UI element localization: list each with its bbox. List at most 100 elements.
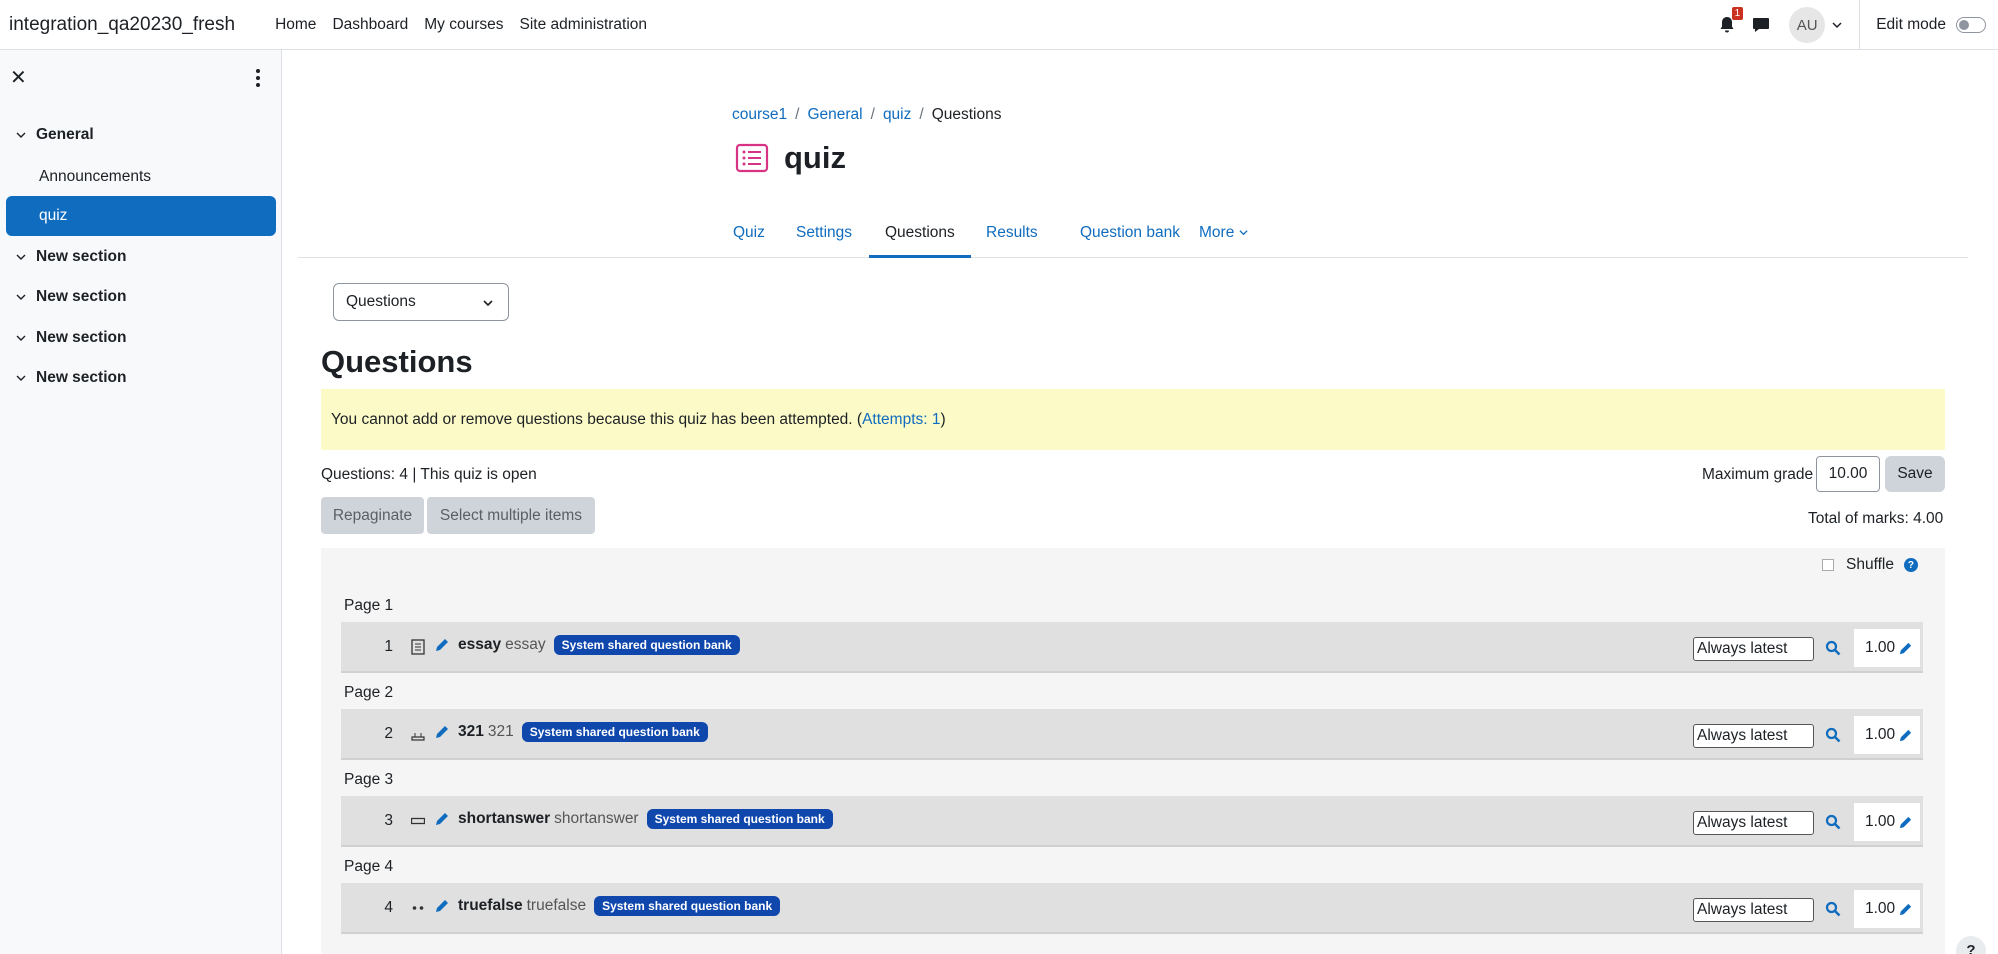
section-title: New section <box>36 329 127 346</box>
more-options-icon[interactable] <box>252 68 264 88</box>
section-general[interactable]: General <box>16 126 94 144</box>
messages-icon[interactable] <box>1751 15 1771 35</box>
question-mark: 1.00 <box>1854 803 1920 841</box>
search-icon[interactable] <box>1825 640 1841 656</box>
page-label: Page 4 <box>344 858 394 875</box>
quiz-icon <box>735 143 769 173</box>
tab-results[interactable]: Results <box>970 208 1054 258</box>
pencil-icon[interactable] <box>434 898 450 914</box>
top-navbar: integration_qa20230_fresh Home Dashboard… <box>0 0 1998 50</box>
question-name[interactable]: essay essay System shared question bank <box>458 635 740 655</box>
tab-questions[interactable]: Questions <box>869 208 971 258</box>
chevron-down-icon[interactable] <box>1831 19 1843 31</box>
drawer-item-announcements[interactable]: Announcements <box>39 168 151 186</box>
question-name[interactable]: 321 321 System shared question bank <box>458 722 708 742</box>
chevron-down-icon <box>16 335 26 341</box>
max-grade-input[interactable]: 10.00 <box>1816 456 1880 492</box>
page-label: Page 3 <box>344 771 394 788</box>
question-row: 3 shortanswer shortanswer System shared qu… <box>341 796 1923 847</box>
question-number: 1 <box>384 638 393 655</box>
help-button[interactable]: ? <box>1956 936 1986 954</box>
attempts-link[interactable]: Attempts: 1 <box>862 411 940 428</box>
edit-mode-toggle[interactable] <box>1956 17 1986 33</box>
pencil-icon[interactable] <box>434 811 450 827</box>
pencil-icon[interactable] <box>434 637 450 653</box>
question-mark: 1.00 <box>1854 716 1920 754</box>
chevron-down-icon <box>16 375 26 381</box>
section-new-2[interactable]: New section <box>16 288 126 306</box>
truefalse-icon <box>412 906 424 910</box>
close-icon[interactable]: ✕ <box>10 68 27 88</box>
chevron-down-icon <box>16 294 26 300</box>
pencil-icon[interactable] <box>1898 728 1913 743</box>
course-index-drawer: ✕ General Announcements quiz New section… <box>0 50 282 954</box>
question-bank-badge: System shared question bank <box>521 722 708 742</box>
max-grade-label: Maximum grade <box>1702 466 1814 483</box>
user-controls: 1 AU Edit mode <box>1717 0 1998 50</box>
chevron-down-icon <box>16 254 26 260</box>
question-row: 4 truefalse truefalse System shared questi… <box>341 883 1923 934</box>
question-number: 3 <box>384 812 393 829</box>
version-select[interactable]: Always latest <box>1693 724 1814 748</box>
version-select[interactable]: Always latest <box>1693 811 1814 835</box>
question-name[interactable]: shortanswer shortanswer System shared ques… <box>458 809 833 829</box>
shuffle-checkbox[interactable] <box>1822 559 1834 571</box>
section-new-3[interactable]: New section <box>16 329 126 347</box>
search-icon[interactable] <box>1825 814 1841 830</box>
nav-dashboard[interactable]: Dashboard <box>324 16 416 34</box>
chevron-down-icon <box>483 300 493 307</box>
notifications-button[interactable]: 1 <box>1717 7 1744 35</box>
section-title: General <box>36 126 94 143</box>
pencil-icon[interactable] <box>1898 902 1913 917</box>
quiz-summary: Questions: 4 | This quiz is open <box>321 466 537 483</box>
section-title: New section <box>36 288 127 305</box>
question-number: 2 <box>384 725 393 742</box>
breadcrumb-current: Questions <box>931 106 1002 123</box>
questions-navigation-select[interactable]: Questions <box>333 283 509 321</box>
shuffle-label: Shuffle <box>1846 556 1894 573</box>
site-brand[interactable]: integration_qa20230_fresh <box>9 14 235 36</box>
nav-site-administration[interactable]: Site administration <box>512 16 656 34</box>
pencil-icon[interactable] <box>1898 641 1913 656</box>
repaginate-button[interactable]: Repaginate <box>321 497 424 534</box>
tab-settings[interactable]: Settings <box>780 208 868 258</box>
version-select[interactable]: Always latest <box>1693 637 1814 661</box>
tab-question-bank[interactable]: Question bank <box>1064 208 1196 258</box>
search-icon[interactable] <box>1825 727 1841 743</box>
search-icon[interactable] <box>1825 901 1841 917</box>
version-select[interactable]: Always latest <box>1693 898 1814 922</box>
edit-mode-control: Edit mode <box>1876 16 1998 34</box>
question-bank-badge: System shared question bank <box>594 896 781 916</box>
page-title: quiz <box>784 140 846 175</box>
breadcrumb-course[interactable]: course1 <box>732 106 787 124</box>
attempted-warning: You cannot add or remove questions becau… <box>321 389 1945 450</box>
section-title: New section <box>36 369 127 386</box>
primary-navigation: Home Dashboard My courses Site administr… <box>267 16 655 34</box>
question-row: 1 essay essay System shared question bank … <box>341 622 1923 673</box>
help-icon[interactable]: ? <box>1903 558 1918 572</box>
edit-mode-label: Edit mode <box>1876 16 1946 33</box>
question-mark: 1.00 <box>1854 629 1920 667</box>
breadcrumb-section[interactable]: General <box>807 106 862 124</box>
tab-more[interactable]: More <box>1183 208 1264 258</box>
question-name[interactable]: truefalse truefalse System shared question… <box>458 896 781 916</box>
page-header: quiz <box>734 140 846 176</box>
question-bank-badge: System shared question bank <box>646 809 833 829</box>
select-multiple-button[interactable]: Select multiple items <box>427 497 595 534</box>
shortanswer-icon <box>411 817 425 825</box>
section-new-4[interactable]: New section <box>16 369 126 387</box>
pencil-icon[interactable] <box>434 724 450 740</box>
question-bank-badge: System shared question bank <box>553 635 740 655</box>
user-avatar[interactable]: AU <box>1789 7 1826 43</box>
pencil-icon[interactable] <box>1898 815 1913 830</box>
section-new-1[interactable]: New section <box>16 248 126 266</box>
tab-quiz[interactable]: Quiz <box>717 208 781 258</box>
nav-home[interactable]: Home <box>267 16 324 34</box>
save-button[interactable]: Save <box>1885 456 1945 492</box>
nav-my-courses[interactable]: My courses <box>416 16 511 34</box>
question-row: 2 321 321 System shared question bank Alwa… <box>341 709 1923 760</box>
drawer-item-quiz[interactable]: quiz <box>6 196 276 236</box>
page-label: Page 1 <box>344 597 394 614</box>
breadcrumb-activity[interactable]: quiz <box>883 106 911 124</box>
total-marks: Total of marks: 4.00 <box>1808 510 1944 527</box>
